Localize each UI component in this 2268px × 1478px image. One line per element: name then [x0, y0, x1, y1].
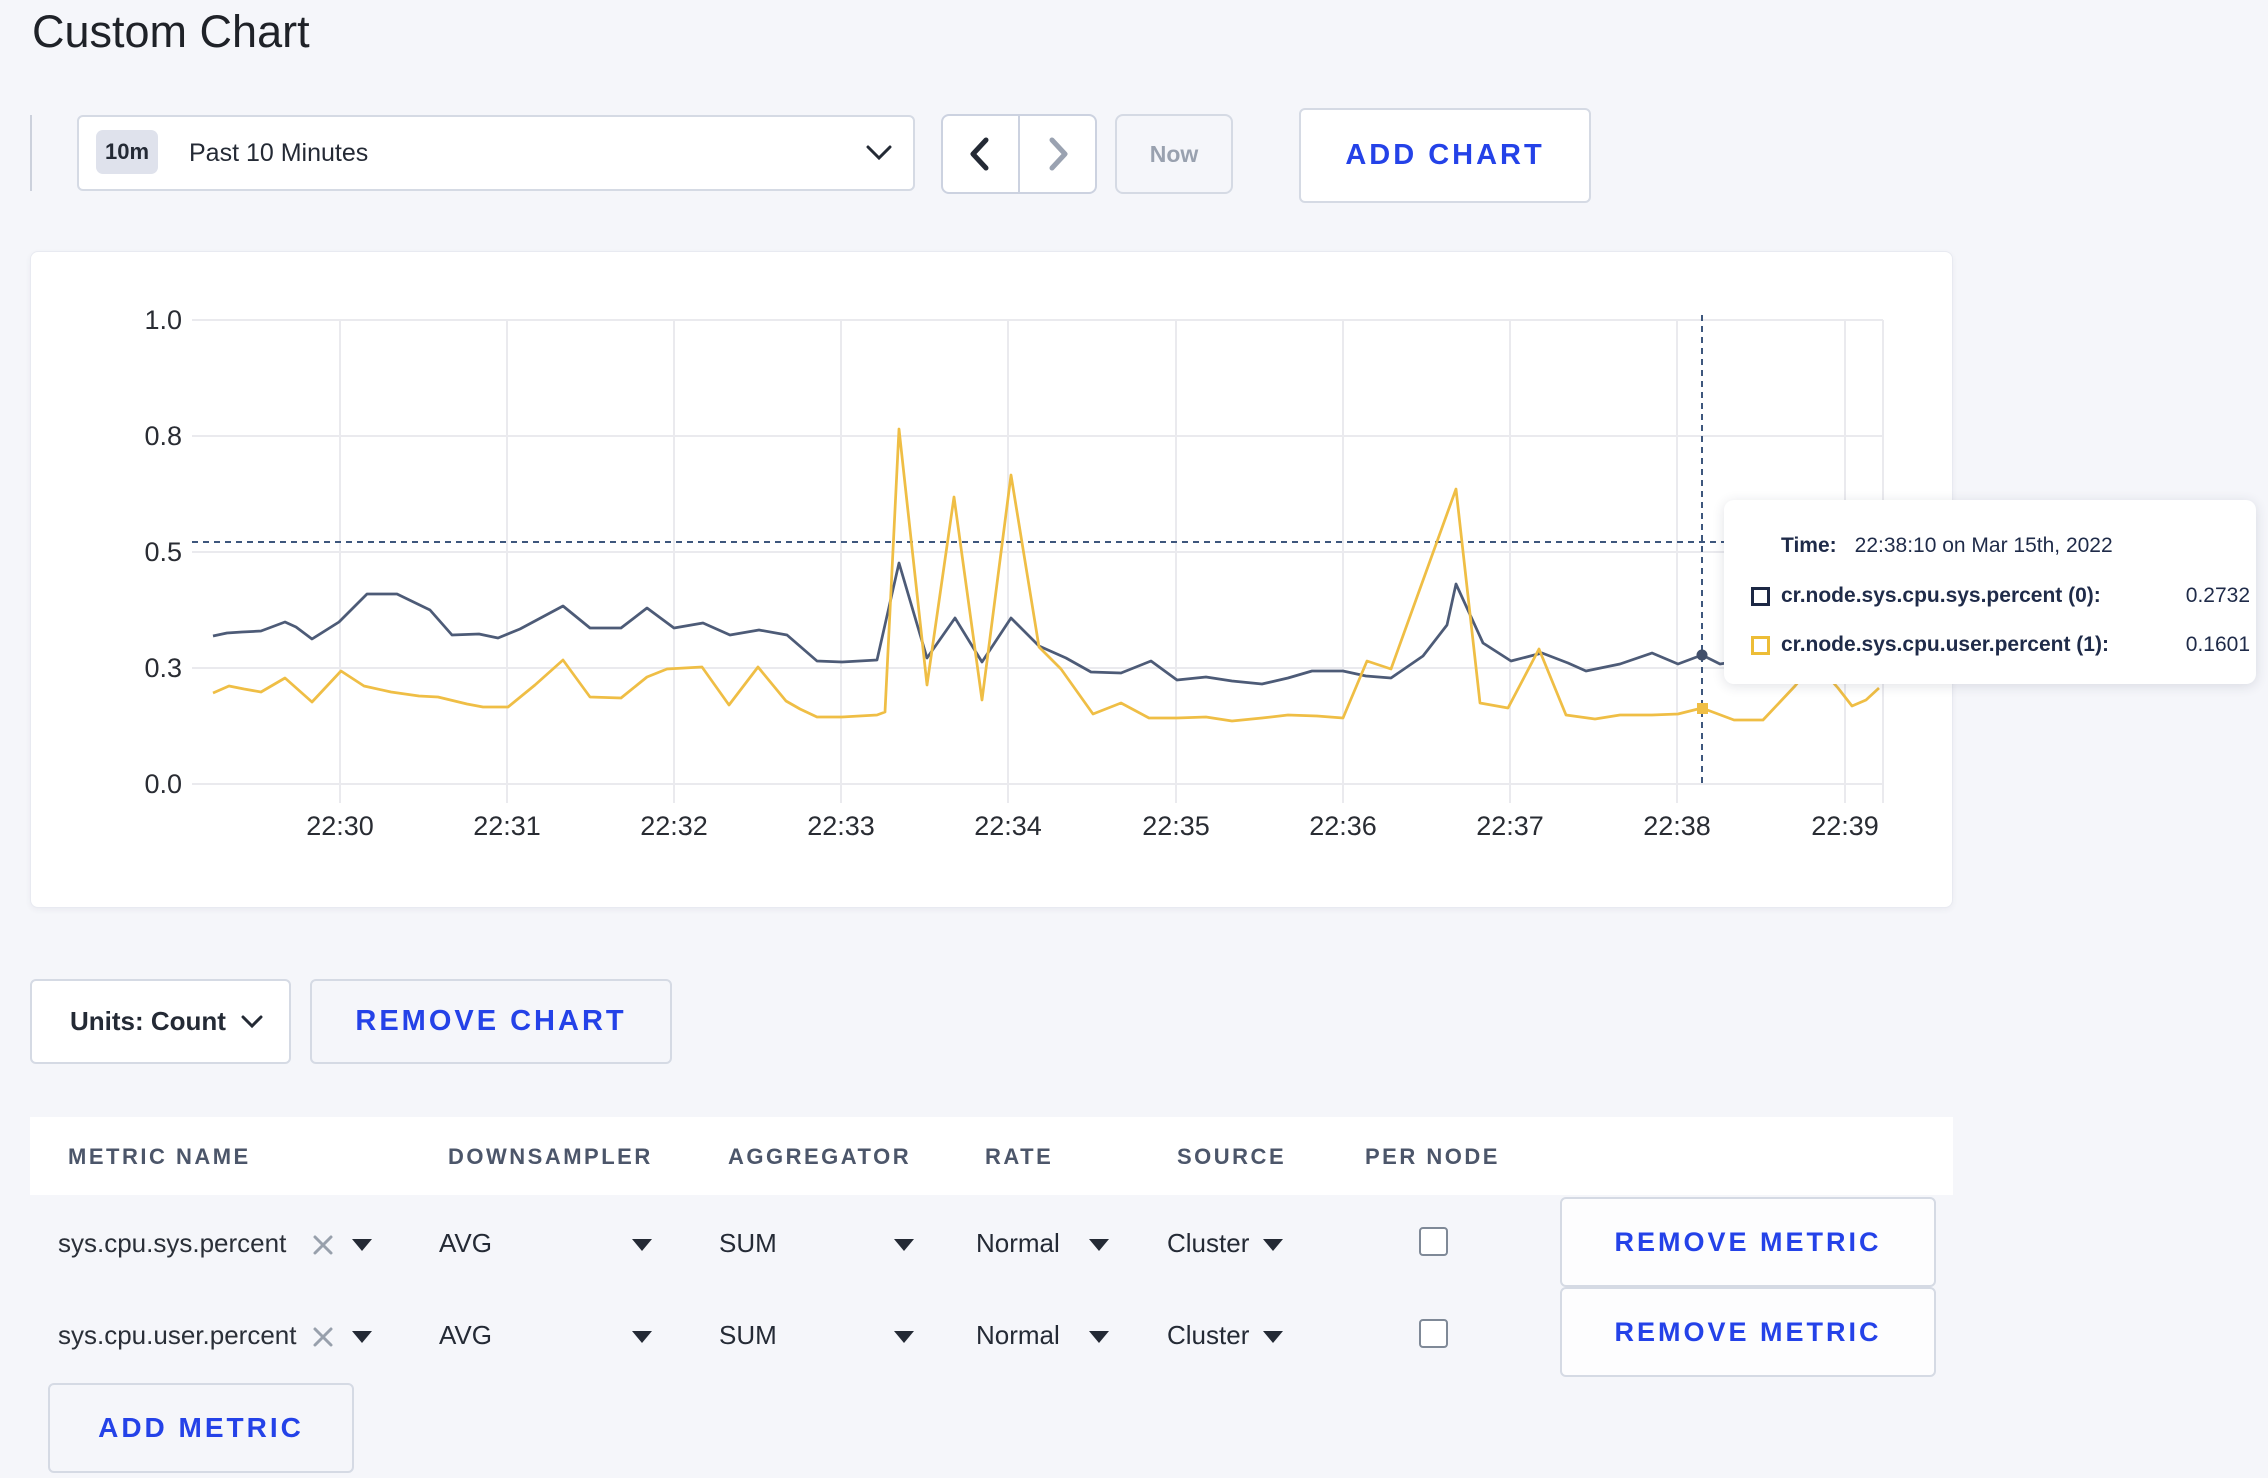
svg-text:1.0: 1.0: [144, 305, 182, 335]
svg-text:22:31: 22:31: [473, 811, 541, 841]
svg-text:22:37: 22:37: [1476, 811, 1544, 841]
svg-text:22:38: 22:38: [1643, 811, 1711, 841]
svg-text:0.5: 0.5: [144, 537, 182, 567]
svg-text:22:36: 22:36: [1309, 811, 1377, 841]
svg-text:22:32: 22:32: [640, 811, 708, 841]
svg-text:0.3: 0.3: [144, 653, 182, 683]
svg-text:22:35: 22:35: [1142, 811, 1210, 841]
svg-text:0.0: 0.0: [144, 769, 182, 799]
svg-text:22:34: 22:34: [974, 811, 1042, 841]
svg-text:22:30: 22:30: [306, 811, 374, 841]
svg-text:0.8: 0.8: [144, 421, 182, 451]
svg-text:22:39: 22:39: [1811, 811, 1879, 841]
svg-text:22:33: 22:33: [807, 811, 875, 841]
